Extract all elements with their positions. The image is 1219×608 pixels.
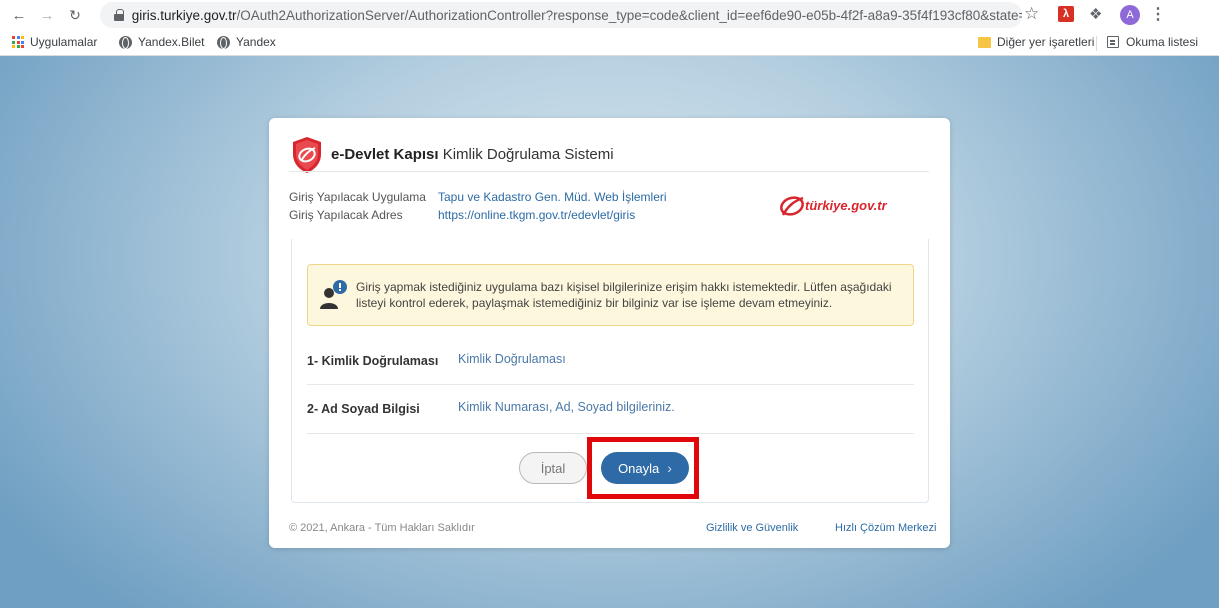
- bookmark-other[interactable]: Diğer yer işaretleri: [978, 35, 1094, 49]
- bookmark-yandex-label: Yandex: [236, 35, 276, 49]
- bookmark-other-label: Diğer yer işaretleri: [997, 35, 1095, 49]
- bookmarks-bar: Uygulamalar Yandex.Bilet Yandex Diğer ye…: [0, 30, 1219, 56]
- app-label: Giriş Yapılacak Uygulama: [289, 190, 426, 204]
- menu-dots-icon[interactable]: ⋮: [1150, 4, 1166, 24]
- alert-text: Giriş yapmak istediğiniz uygulama bazı k…: [356, 280, 892, 310]
- address-label: Giriş Yapılacak Adres: [289, 208, 403, 222]
- title-subtitle: Kimlik Doğrulama Sistemi: [438, 146, 614, 163]
- consent-panel: Giriş yapmak istediğiniz uygulama bazı k…: [291, 239, 929, 503]
- turkiye-gov-tr-logo: türkiye.gov.tr: [780, 196, 888, 216]
- title-brand: e-Devlet Kapısı: [331, 146, 439, 163]
- tr-logo-text: türkiye.gov.tr: [805, 198, 888, 213]
- address-bar[interactable]: giris.turkiye.gov.tr /OAuth2Authorizatio…: [100, 2, 1022, 28]
- footer-copyright: © 2021, Ankara - Tüm Hakları Saklıdır: [289, 522, 475, 534]
- lock-icon[interactable]: [114, 9, 124, 21]
- app-value: Tapu ve Kadastro Gen. Müd. Web İşlemleri: [438, 190, 667, 204]
- bookmark-yandex[interactable]: Yandex: [217, 35, 276, 49]
- divider: [307, 433, 914, 434]
- folder-icon: [978, 36, 991, 48]
- divider: [289, 171, 929, 172]
- apps-grid-icon: [12, 36, 24, 48]
- bookmark-reading-list[interactable]: Okuma listesi: [1107, 35, 1198, 49]
- user-info-icon: [320, 280, 347, 309]
- bookmark-yandex-bilet-label: Yandex.Bilet: [138, 35, 205, 49]
- reload-icon[interactable]: ↻: [64, 4, 86, 26]
- forward-arrow-icon[interactable]: →: [36, 4, 58, 26]
- avatar[interactable]: A: [1120, 5, 1140, 25]
- bookmark-apps-label: Uygulamalar: [30, 35, 98, 49]
- star-icon[interactable]: ☆: [1024, 4, 1039, 24]
- reading-list-icon: [1107, 36, 1119, 48]
- permission-label: 1- Kimlik Doğrulaması: [307, 354, 439, 368]
- divider: [307, 384, 914, 385]
- globe-icon: [217, 35, 230, 49]
- permission-value: Kimlik Numarası, Ad, Soyad bilgileriniz.: [458, 400, 675, 414]
- cancel-button[interactable]: İptal: [519, 452, 587, 484]
- page-title: e-Devlet Kapısı Kimlik Doğrulama Sistemi: [331, 146, 614, 163]
- url-host: giris.turkiye.gov.tr: [131, 7, 237, 23]
- warning-alert: Giriş yapmak istediğiniz uygulama bazı k…: [307, 264, 914, 326]
- bookmark-reading-list-label: Okuma listesi: [1126, 35, 1199, 49]
- bookmark-yandex-bilet[interactable]: Yandex.Bilet: [119, 35, 205, 49]
- bookmark-separator: [1096, 36, 1097, 51]
- browser-toolbar: ← → ↻ giris.turkiye.gov.tr /OAuth2Author…: [0, 0, 1219, 30]
- permission-label: 2- Ad Soyad Bilgisi: [307, 402, 420, 416]
- auth-card: e-Devlet Kapısı Kimlik Doğrulama Sistemi…: [269, 118, 950, 548]
- highlight-box: [587, 437, 699, 499]
- bookmark-apps[interactable]: Uygulamalar: [12, 35, 97, 49]
- globe-icon: [119, 35, 132, 49]
- permission-value: Kimlik Doğrulaması: [458, 352, 566, 366]
- address-value: https://online.tkgm.gov.tr/edevlet/giris: [438, 208, 636, 222]
- back-arrow-icon[interactable]: ←: [8, 4, 30, 26]
- footer-privacy-link[interactable]: Gizlilik ve Güvenlik: [706, 522, 798, 534]
- pdf-extension-icon[interactable]: λ: [1058, 6, 1074, 22]
- url-path: /OAuth2AuthorizationServer/Authorization…: [236, 7, 1023, 23]
- edevlet-shield-logo: [293, 137, 321, 173]
- puzzle-icon[interactable]: ❖: [1089, 5, 1102, 23]
- footer-help-link[interactable]: Hızlı Çözüm Merkezi: [835, 522, 936, 534]
